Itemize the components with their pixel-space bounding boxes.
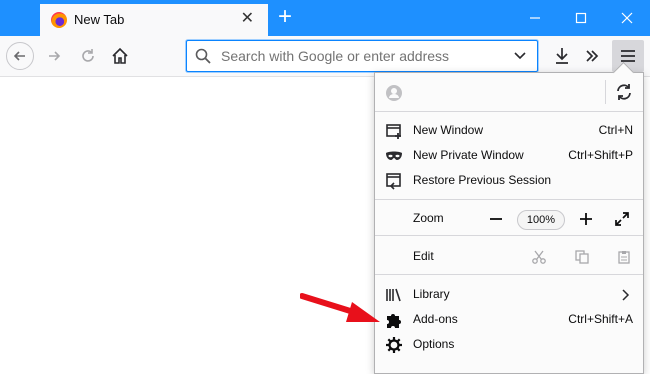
zoom-label: Zoom <box>413 211 444 225</box>
new-tab-button[interactable]: + <box>274 5 296 30</box>
sync-icon[interactable] <box>615 83 633 101</box>
edit-row: Edit <box>375 244 643 269</box>
maximize-icon[interactable] <box>558 0 604 36</box>
account-row[interactable] <box>375 80 643 104</box>
gear-icon <box>385 336 403 354</box>
restore-session-icon <box>385 172 403 190</box>
private-mask-icon <box>385 147 403 165</box>
zoom-out-icon[interactable] <box>487 210 505 228</box>
forward-button[interactable] <box>40 42 68 70</box>
download-icon <box>556 48 568 64</box>
copy-icon[interactable] <box>573 248 591 266</box>
paste-icon[interactable] <box>615 248 633 266</box>
menu-item-label: Library <box>413 287 450 301</box>
fullscreen-icon[interactable] <box>613 210 631 228</box>
separator <box>375 199 643 200</box>
menu-item-add-ons[interactable]: Add-ons Ctrl+Shift+A <box>375 307 643 332</box>
menu-item-shortcut: Ctrl+Shift+P <box>568 148 633 162</box>
minimize-icon[interactable] <box>512 0 558 36</box>
search-icon <box>195 48 211 69</box>
separator <box>375 235 643 236</box>
menu-item-new-window[interactable]: New Window Ctrl+N <box>375 118 643 143</box>
separator <box>375 274 643 275</box>
close-tab-icon[interactable]: ✕ <box>241 10 254 28</box>
title-bar: New Tab ✕ + <box>0 0 650 36</box>
chevron-down-icon[interactable] <box>513 49 527 68</box>
navigation-toolbar <box>0 36 650 77</box>
account-avatar-icon <box>385 84 403 102</box>
red-arrow-annotation <box>300 293 380 322</box>
downloads-button[interactable] <box>548 42 576 70</box>
window-controls <box>512 0 650 36</box>
divider <box>605 80 606 104</box>
tab-title: New Tab <box>74 12 125 27</box>
new-window-icon <box>385 122 403 140</box>
overflow-menu-button[interactable] <box>578 42 606 70</box>
menu-item-shortcut: Ctrl+N <box>598 123 633 137</box>
reload-icon <box>82 49 94 62</box>
edit-label: Edit <box>413 249 434 263</box>
menu-item-label: Options <box>413 337 455 351</box>
forward-arrow-icon <box>49 51 61 61</box>
menu-item-label: Restore Previous Session <box>413 173 552 187</box>
menu-item-label: Add-ons <box>413 312 458 326</box>
back-arrow-icon <box>13 51 25 61</box>
zoom-row: Zoom 100% <box>375 206 643 231</box>
url-bar[interactable] <box>186 40 538 72</box>
zoom-reset-button[interactable]: 100% <box>517 210 565 230</box>
double-chevron-icon <box>586 50 599 62</box>
zoom-in-icon[interactable] <box>577 210 595 228</box>
menu-item-restore-session[interactable]: Restore Previous Session <box>375 168 643 193</box>
app-menu-panel: New Window Ctrl+N New Private Window Ctr… <box>374 61 644 374</box>
library-icon <box>385 286 403 304</box>
hamburger-icon <box>621 50 635 62</box>
cut-icon[interactable] <box>530 248 548 266</box>
puzzle-piece-icon <box>385 311 403 329</box>
home-icon <box>112 47 128 64</box>
reload-button[interactable] <box>74 42 102 70</box>
menu-item-label: New Window <box>413 123 484 137</box>
search-input[interactable] <box>221 46 501 66</box>
menu-item-options[interactable]: Options <box>375 332 643 357</box>
menu-item-shortcut: Ctrl+Shift+A <box>568 312 633 326</box>
chevron-right-icon <box>617 286 635 304</box>
back-button[interactable] <box>6 42 34 70</box>
firefox-logo-icon <box>51 12 67 28</box>
tab-new-tab[interactable]: New Tab ✕ <box>40 4 268 36</box>
menu-item-label: New Private Window <box>413 148 524 162</box>
menu-item-new-private-window[interactable]: New Private Window Ctrl+Shift+P <box>375 143 643 168</box>
menu-item-library[interactable]: Library <box>375 282 643 307</box>
separator <box>375 111 643 112</box>
home-button[interactable] <box>106 42 134 70</box>
close-window-icon[interactable] <box>604 0 650 36</box>
